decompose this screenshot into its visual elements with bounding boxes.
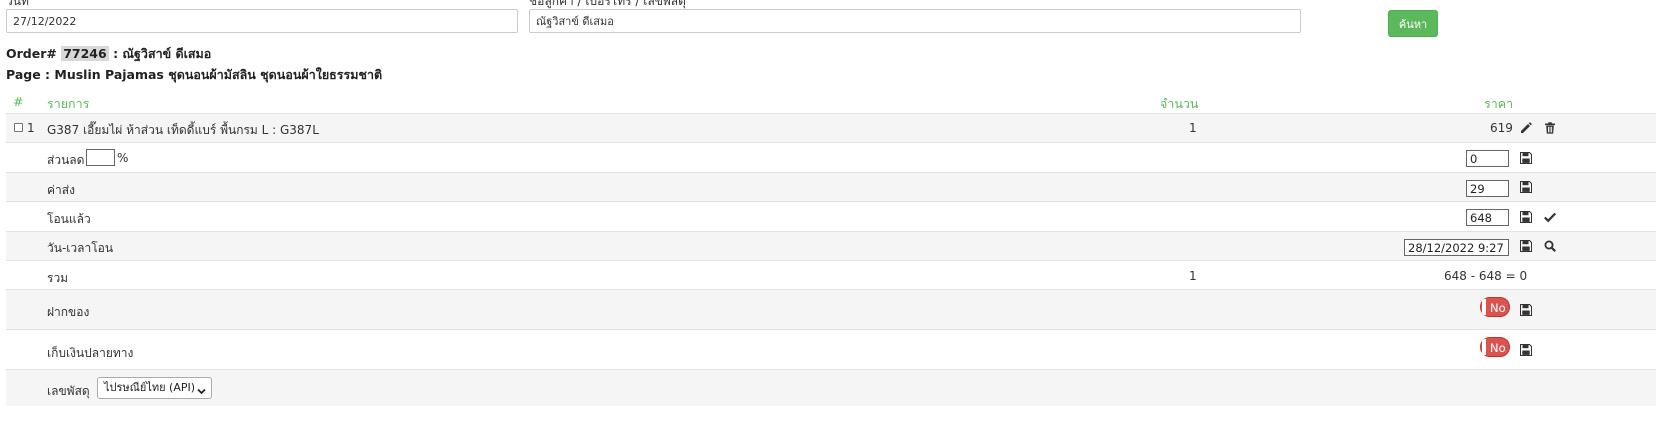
check-icon[interactable]	[1544, 211, 1556, 223]
transfer-datetime-label: วัน-เวลาโอน	[47, 241, 114, 255]
deposit-toggle[interactable]: No	[1480, 297, 1510, 317]
discount-label: ส่วนลด	[47, 153, 85, 167]
col-qty-header: จำนวน	[1160, 96, 1199, 111]
discount-percent-input[interactable]	[86, 149, 115, 166]
table-row-discount: ส่วนลด %	[6, 142, 1656, 172]
order-prefix: Order#	[6, 46, 57, 61]
col-item-header: รายการ	[47, 96, 90, 111]
search-button[interactable]: ค้นหา	[1388, 10, 1438, 37]
tracking-label: เลขพัสดุ	[47, 384, 90, 398]
floppy-disk-icon[interactable]	[1520, 304, 1532, 316]
item-checkbox[interactable]	[14, 123, 23, 132]
carrier-select[interactable]: ไปรษณีย์ไทย (API)	[97, 377, 212, 399]
item-index: 1	[27, 121, 35, 135]
total-qty: 1	[1189, 269, 1197, 283]
order-customer: : ณัฐวิสาข์ ดีเสมอ	[113, 46, 212, 61]
transferred-input[interactable]	[1466, 209, 1509, 226]
col-price-header: ราคา	[1484, 96, 1514, 111]
trash-icon[interactable]	[1544, 122, 1556, 134]
order-heading: Order# 77246 : ณัฐวิสาข์ ดีเสมอ	[6, 44, 211, 64]
page-name: Page : Muslin Pajamas ชุดนอนผ้ามัสลิน ชุ…	[6, 67, 383, 82]
floppy-disk-icon[interactable]	[1520, 240, 1532, 252]
table-row-item: 1 G387 เอี๊ยมไผ่ ห้าส่วน เท็ดดี้แบร์ พื้…	[6, 113, 1656, 142]
shipping-input[interactable]	[1466, 180, 1509, 197]
item-qty: 1	[1189, 121, 1197, 135]
col-index-header: #	[13, 94, 24, 109]
percent-symbol: %	[117, 151, 129, 165]
item-price: 619	[1490, 121, 1513, 135]
total-label: รวม	[47, 271, 69, 285]
floppy-disk-icon[interactable]	[1520, 211, 1532, 223]
date-input[interactable]	[6, 9, 518, 33]
item-name: G387 เอี๊ยมไผ่ ห้าส่วน เท็ดดี้แบร์ พื้นก…	[47, 123, 319, 137]
cod-label: เก็บเงินปลายทาง	[47, 346, 134, 360]
total-balance: 648 - 648 = 0	[1444, 269, 1528, 283]
table-row-tracking: เลขพัสดุ ไปรษณีย์ไทย (API)	[6, 369, 1656, 406]
table-row-deposit: ฝากของ No	[6, 289, 1656, 329]
floppy-disk-icon[interactable]	[1520, 152, 1532, 164]
floppy-disk-icon[interactable]	[1520, 344, 1532, 356]
table-row-transferred: โอนแล้ว	[6, 201, 1656, 231]
transferred-label: โอนแล้ว	[47, 212, 91, 226]
deposit-label: ฝากของ	[47, 305, 90, 319]
carrier-selected: ไปรษณีย์ไทย (API)	[104, 381, 196, 394]
chevron-down-icon	[197, 383, 206, 395]
order-number: 77246	[61, 46, 109, 61]
transfer-datetime-input[interactable]	[1404, 239, 1509, 256]
discount-input[interactable]	[1466, 150, 1509, 167]
table-row-transfer-datetime: วัน-เวลาโอน	[6, 231, 1656, 260]
shipping-label: ค่าส่ง	[47, 183, 75, 197]
search-icon[interactable]	[1544, 240, 1556, 252]
table-row-shipping: ค่าส่ง	[6, 172, 1656, 201]
table-row-total: รวม 1 648 - 648 = 0	[6, 260, 1656, 289]
pencil-icon[interactable]	[1520, 122, 1532, 134]
floppy-disk-icon[interactable]	[1520, 181, 1532, 193]
cod-toggle[interactable]: No	[1480, 337, 1510, 357]
table-row-cod: เก็บเงินปลายทาง No	[6, 329, 1656, 369]
customer-search-input[interactable]	[529, 9, 1301, 33]
